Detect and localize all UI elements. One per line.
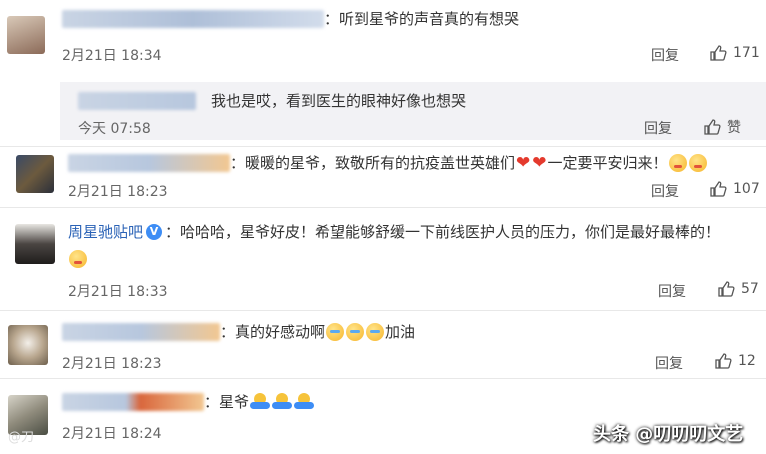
- comment-3: 周星驰贴吧 V ：哈哈哈，星爷好皮！希望能够舒缓一下前线医护人员的压力，你们是最…: [0, 208, 766, 308]
- watermark-left: @刀: [8, 430, 35, 445]
- sub-reply-text: 我也是哎，看到医生的眼神好像也想哭: [211, 92, 467, 110]
- comment-time: 2月21日 18:24: [62, 426, 162, 442]
- crying-emoji: [346, 322, 365, 341]
- reply-button[interactable]: 回复: [658, 281, 686, 301]
- thumbs-up-icon: [715, 353, 732, 369]
- heart-emoji: ❤: [516, 152, 531, 173]
- like-button[interactable]: 171: [709, 44, 760, 62]
- blush-emoji: [668, 153, 687, 172]
- avatar[interactable]: [8, 325, 48, 365]
- hug-emoji: [294, 392, 315, 411]
- watermark: 头条 @叨叨叨文艺: [593, 424, 744, 445]
- like-count: 12: [738, 353, 756, 369]
- verified-icon: V: [146, 223, 163, 240]
- comment-time: 2月21日 18:23: [68, 184, 168, 200]
- heart-emoji: ❤: [532, 152, 547, 173]
- crying-emoji: [326, 322, 345, 341]
- like-count: 171: [733, 45, 760, 61]
- thumbs-up-icon: [704, 119, 721, 135]
- blurred-username: [62, 322, 220, 341]
- like-button[interactable]: 57: [717, 280, 759, 298]
- like-button[interactable]: 107: [709, 180, 760, 198]
- avatar[interactable]: [16, 155, 54, 193]
- blurred-username: [62, 9, 324, 28]
- comment-time: 2月21日 18:33: [68, 284, 168, 300]
- comment-text-after: 一定要平安归来！: [547, 154, 668, 172]
- sub-reply-reply-button[interactable]: 回复: [644, 118, 672, 138]
- blurred-username: [68, 153, 230, 172]
- reply-button[interactable]: 回复: [651, 45, 679, 65]
- reply-button[interactable]: 回复: [651, 181, 679, 201]
- like-count: 107: [733, 181, 760, 197]
- like-label: 赞: [727, 120, 741, 136]
- blush-emoji: [688, 153, 707, 172]
- thumbs-up-icon: [710, 181, 727, 197]
- like-button[interactable]: 12: [714, 352, 756, 370]
- blurred-username: [62, 392, 204, 411]
- comment-text: ：真的好感动啊: [220, 323, 326, 341]
- blush-emoji: [69, 250, 87, 268]
- comment-time: 2月21日 18:23: [62, 356, 162, 372]
- like-count: 57: [741, 281, 759, 297]
- reply-button[interactable]: 回复: [655, 353, 683, 373]
- avatar[interactable]: [15, 224, 55, 264]
- sub-reply-like-button[interactable]: 赞: [703, 117, 741, 137]
- crying-emoji: [366, 322, 385, 341]
- comment-text: ：听到星爷的声音真的有想哭: [324, 10, 520, 28]
- comment-2: ：暖暖的星爷，致敬所有的抗疫盖世英雄们 ❤ ❤ 一定要平安归来！ 2月21日 18…: [0, 147, 766, 205]
- comment-text: ：哈哈哈，星爷好皮！希望能够舒缓一下前线医护人员的压力，你们是最好最棒的！: [165, 223, 721, 241]
- comment-text-after: 加油: [385, 323, 416, 341]
- thumbs-up-icon: [710, 45, 727, 61]
- username-link[interactable]: 周星驰贴吧: [68, 221, 143, 242]
- avatar[interactable]: [7, 16, 45, 54]
- hug-emoji: [250, 392, 271, 411]
- comment-text: ：暖暖的星爷，致敬所有的抗疫盖世英雄们: [230, 154, 516, 172]
- blurred-username: [78, 91, 196, 110]
- comment-time: 2月21日 18:34: [62, 48, 162, 64]
- hug-emoji: [272, 392, 293, 411]
- comment-4: ：真的好感动啊 加油 2月21日 18:23 回复 12: [0, 311, 766, 377]
- comment-text: ：星爷: [204, 393, 250, 411]
- comment-1: ：听到星爷的声音真的有想哭 2月21日 18:34 回复 171: [0, 0, 766, 82]
- thumbs-up-icon: [718, 281, 735, 297]
- sub-reply-time: 今天 07:58: [78, 121, 151, 137]
